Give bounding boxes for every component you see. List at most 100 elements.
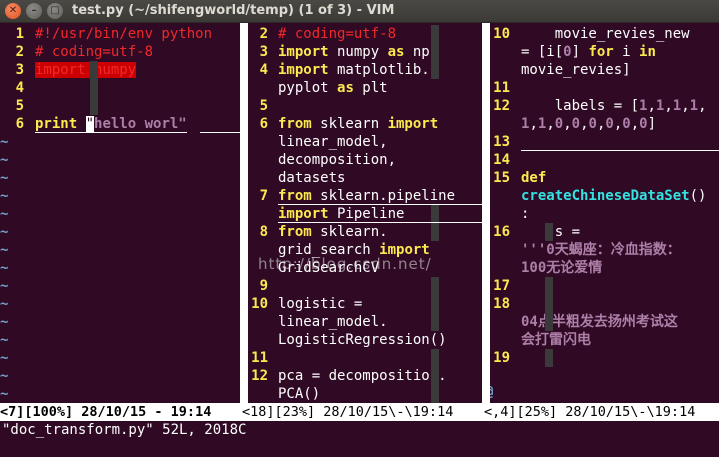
code-line[interactable]: decomposition,	[278, 151, 396, 169]
code-text: ,	[647, 98, 656, 114]
code-line[interactable]: from sklearn import	[278, 115, 438, 133]
empty-line-tilde: ~	[0, 332, 9, 348]
cursorline-underline	[521, 150, 719, 151]
string-literal: hello worl"	[94, 116, 187, 132]
empty-line-tilde: ~	[0, 350, 9, 366]
line-number: 16	[493, 224, 510, 240]
lastline-marker: @	[490, 383, 493, 401]
minimize-icon[interactable]: –	[26, 3, 42, 19]
line-number: 13	[493, 134, 510, 150]
code-text: ,	[529, 116, 538, 132]
code-text: ]	[647, 116, 656, 132]
code-text: ()	[689, 188, 707, 204]
code-line[interactable]: # coding=utf-8	[35, 43, 153, 61]
code-line[interactable]: :	[521, 205, 529, 223]
code-line[interactable]: from sklearn.	[278, 223, 388, 241]
line-number: 3	[15, 62, 24, 78]
code-token-str: 会打雷闪电	[521, 332, 591, 348]
code-line[interactable]: 1,1,0,0,0,0,0,0]	[521, 115, 656, 133]
split-pane-doc-transform[interactable]: 1 0 movie_revies_new = [i[0] for i in movie…	[490, 23, 719, 403]
code-line[interactable]: PCA()	[278, 385, 320, 403]
code-text: = [i[	[521, 44, 564, 60]
code-text: ,	[698, 98, 707, 114]
code-text: movie_revies_new	[521, 26, 690, 42]
code-token-kwy: from	[278, 224, 312, 240]
vertical-split-separator	[482, 23, 490, 403]
code-line[interactable]: datasets	[278, 169, 345, 187]
file-message: "doc_transform.py" 52L, 2018C	[2, 422, 247, 438]
empty-line-tilde: ~	[0, 188, 9, 204]
code-line[interactable]: import numpy	[35, 61, 137, 79]
code-line[interactable]: linear_model.	[278, 313, 388, 331]
keyword: import	[35, 62, 86, 78]
code-token-kwy: from	[278, 116, 312, 132]
line-number: 19	[493, 350, 510, 366]
code-line[interactable]: #!/usr/bin/env python	[35, 25, 212, 43]
code-line[interactable]: labels = [1,1,1,1,	[521, 97, 707, 115]
empty-line-tilde: ~	[0, 368, 9, 384]
code-line[interactable]: '''0天蝎座：冷血指数：	[521, 241, 681, 259]
empty-line-tilde: ~	[0, 206, 9, 222]
code-line[interactable]: import Pipeline	[278, 205, 404, 223]
code-token-num: 0	[639, 116, 648, 132]
keyword: print	[35, 116, 86, 132]
code-line[interactable]: import matplotlib.	[278, 61, 430, 79]
code-text: decomposition,	[278, 152, 397, 168]
code-line[interactable]: createChineseDataSet()	[521, 187, 706, 205]
line-number: 8	[259, 224, 268, 240]
code-text: plt	[353, 80, 388, 96]
code-line[interactable]: # coding=utf-8	[278, 25, 396, 43]
status-pane3: <,4][25%] 28/10/15\-\19:14	[484, 404, 696, 420]
code-line[interactable]: pca = decomposition.	[278, 367, 447, 385]
colorcolumn-mark	[431, 25, 439, 79]
empty-line-tilde: ~	[0, 386, 9, 402]
code-line[interactable]: import numpy as np	[278, 43, 430, 61]
code-text: LogisticRegression()	[278, 332, 447, 348]
code-line[interactable]: movie_revies]	[521, 61, 631, 79]
line-number: 12	[493, 98, 510, 114]
cursorline-underline	[200, 132, 240, 133]
code-token-kwy: as	[387, 44, 405, 60]
empty-line-tilde: ~	[0, 152, 9, 168]
line-number: 3	[259, 44, 268, 60]
code-line[interactable]: def	[521, 169, 546, 187]
code-token-num: 1	[672, 98, 682, 114]
code-line[interactable]: movie_revies_new	[521, 25, 690, 43]
empty-line-tilde: ~	[0, 260, 9, 276]
code-text: ,	[546, 116, 555, 132]
line-number: 9	[259, 278, 268, 294]
empty-line-tilde: ~	[0, 134, 9, 150]
colorcolumn-mark	[431, 277, 439, 331]
command-line[interactable]: "doc_transform.py" 52L, 2018C	[0, 421, 719, 457]
code-text: labels = [	[521, 98, 640, 114]
code-token-kwy: import	[278, 206, 329, 222]
code-text: :	[521, 206, 530, 222]
status-pane2: <18][23%] 28/10/15\-\19:14	[242, 404, 454, 420]
code-line[interactable]: = [i[0] for i in	[521, 43, 656, 61]
split-pane-middle[interactable]: 2 # coding=utf-8 3 import numpy as np 4 impor…	[248, 23, 482, 403]
line-number: 1	[15, 26, 24, 42]
code-token-num: 0	[554, 116, 564, 132]
code-token-num: 0	[563, 44, 572, 60]
code-line[interactable]: 100无论爱情	[521, 259, 602, 277]
empty-line-tilde: ~	[0, 278, 9, 294]
code-line[interactable]: linear_model,	[278, 133, 388, 151]
code-token-kwy: as	[337, 80, 354, 96]
code-text: numpy	[328, 44, 388, 60]
vim-editor[interactable]: 1 #!/usr/bin/env python 2 # coding=utf-8 3 im…	[0, 23, 719, 403]
code-text: #!/usr/bin/env python	[35, 26, 213, 42]
code-token-kwy: from	[278, 188, 312, 204]
code-line[interactable]: LogisticRegression()	[278, 331, 447, 349]
code-text: ,	[664, 98, 673, 114]
maximize-icon[interactable]: □	[47, 3, 63, 19]
code-line[interactable]: pyplot as plt	[278, 79, 388, 97]
split-pane-test-py[interactable]: 1 #!/usr/bin/env python 2 # coding=utf-8 3 im…	[0, 23, 240, 403]
code-token-num: 0	[622, 116, 631, 132]
close-icon[interactable]: ✕	[5, 3, 21, 19]
code-line[interactable]: print "hello worl"	[35, 115, 187, 133]
line-number: 12	[251, 368, 268, 384]
code-line[interactable]: logistic =	[278, 295, 362, 313]
line-number: 10	[251, 296, 268, 312]
code-line[interactable]: 会打雷闪电	[521, 331, 591, 349]
code-line[interactable]: from sklearn.pipeline	[278, 187, 455, 205]
